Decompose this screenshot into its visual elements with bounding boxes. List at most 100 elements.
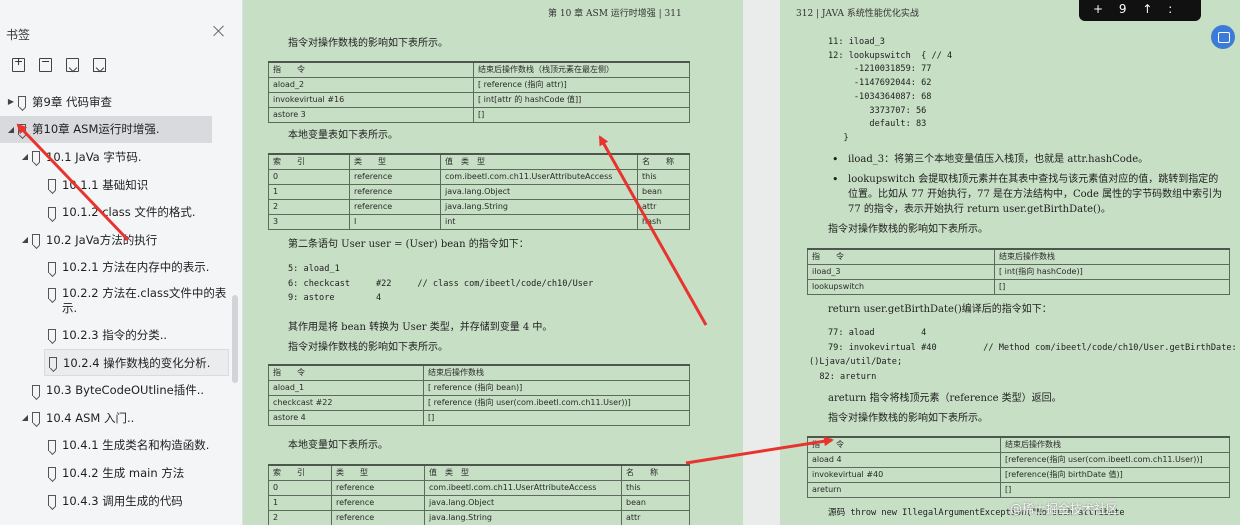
- cell: java.lang.Object: [440, 183, 638, 200]
- cell: java.lang.Object: [424, 494, 622, 511]
- cell: this: [637, 168, 690, 185]
- toolbar-glyphs: + 9 ↑ :: [1093, 2, 1179, 16]
- toc-item-10-2-2[interactable]: 10.2.2 方法在.class文件中的表示.: [0, 281, 228, 321]
- toc-item-ch9[interactable]: ▶ 第9章 代码审查: [0, 88, 240, 116]
- toc-label: 10.4.1 生成类名和构造函数.: [62, 438, 210, 453]
- toc-item-10-4-1[interactable]: 10.4.1 生成类名和构造函数.: [0, 432, 240, 460]
- toc-label: 10.3 ByteCodeOUtline插件..: [46, 383, 205, 398]
- bookmark-icon: [32, 412, 40, 424]
- toc-label: 10.1.1 基础知识: [62, 177, 149, 192]
- cell: [ int[attr 的 hashCode 值]]: [473, 91, 690, 108]
- watermark: @稀土掘金技术社区: [1010, 502, 1119, 516]
- bookmark-icon: [32, 234, 40, 246]
- toc-item-10-2-1[interactable]: 10.2.1 方法在内存中的表示.: [0, 254, 240, 282]
- toc-item-10-2[interactable]: ◢ 10.2 JaVa方法的执行: [0, 226, 240, 254]
- toc-label: 第10章 ASM运行时增强.: [32, 122, 160, 137]
- toc-item-10-1-2[interactable]: 10.1.2 class 文件的格式.: [0, 198, 240, 226]
- table-row: 2 reference java.lang.String attr: [268, 509, 690, 525]
- paragraph: 指令对操作数栈的影响如下表所示。: [828, 224, 988, 235]
- pdf-page-311: 第 10 章 ASM 运行时增强 | 311 指令对操作数栈的影响如下表所示。 …: [243, 0, 743, 525]
- bookmark-icon: [18, 96, 26, 108]
- collapse-arrow-icon[interactable]: ◢: [6, 125, 16, 134]
- cell: [ reference (指向 user(com.ibeetl.com.ch11…: [423, 394, 690, 411]
- translate-icon[interactable]: [1211, 25, 1235, 49]
- toc-item-10-4-3[interactable]: 10.4.3 调用生成的代码: [0, 487, 240, 515]
- cell: invokevirtual #40: [807, 466, 1001, 483]
- sidebar-scrollbar[interactable]: [232, 295, 238, 383]
- bookmark-icon: [18, 123, 26, 135]
- running-head: 312 | JAVA 系统性能优化实战: [796, 9, 919, 19]
- cell: attr: [637, 198, 690, 215]
- bookmark-icon: [49, 357, 57, 369]
- cell: astore 4: [268, 409, 424, 426]
- table-header: 索 引: [268, 464, 332, 481]
- bookmark-icon: [32, 384, 40, 396]
- pdf-page-312: 312 | JAVA 系统性能优化实战 11: iload_3 12: look…: [780, 0, 1240, 525]
- table-row: aload_1[ reference (指向 bean)]: [268, 379, 690, 396]
- floating-toolbar[interactable]: + 9 ↑ :: [1079, 0, 1201, 21]
- cell: reference: [331, 494, 425, 511]
- table-header: 值 类 型: [440, 153, 638, 170]
- cell: iload_3: [807, 263, 995, 280]
- table-header: 名 称: [621, 464, 690, 481]
- expand-all-icon[interactable]: [12, 55, 25, 72]
- table-header: 结束后操作数栈: [994, 248, 1230, 265]
- cell: I: [349, 213, 441, 230]
- collapse-arrow-icon[interactable]: ◢: [20, 235, 30, 244]
- expand-arrow-icon[interactable]: ▶: [6, 97, 16, 106]
- cell: astore 3: [268, 106, 474, 123]
- bookmark-icon: [48, 329, 56, 341]
- toc-label: 10.1 JaVa 字节码.: [46, 149, 142, 164]
- table-header: 类 型: [349, 153, 441, 170]
- toc-item-10-4[interactable]: ◢ 10.4 ASM 入门..: [0, 404, 240, 432]
- bookmark-icon[interactable]: [93, 58, 106, 72]
- cell: []: [1000, 481, 1230, 498]
- cell: [ reference (指向 attr)]: [473, 76, 690, 93]
- cell: []: [994, 278, 1230, 295]
- toc-item-ch10[interactable]: ◢ 第10章 ASM运行时增强.: [0, 115, 212, 144]
- cell: hash: [637, 213, 690, 230]
- paragraph: 指令对操作数栈的影响如下表所示。: [288, 38, 448, 49]
- sidebar-title: 书签: [6, 28, 31, 42]
- cell: com.ibeetl.com.ch11.UserAttributeAccess: [424, 479, 622, 496]
- code-block: 77: aload 4 79: invokevirtual #40 // Met…: [828, 328, 1237, 353]
- table-header: 值 类 型: [424, 464, 622, 481]
- close-icon[interactable]: [212, 24, 226, 38]
- bookmark-icon: [48, 495, 56, 507]
- toc-item-10-1-1[interactable]: 10.1.1 基础知识: [0, 171, 240, 199]
- toc-item-10-2-3[interactable]: 10.2.3 指令的分类..: [0, 321, 240, 349]
- paragraph: 其作用是将 bean 转换为 User 类型，并存储到变量 4 中。: [288, 322, 553, 333]
- bookmark-icon: [48, 467, 56, 479]
- cell: int: [440, 213, 638, 230]
- paragraph: areturn 指令将栈顶元素（reference 类型）返回。: [828, 393, 1062, 404]
- collapse-arrow-icon[interactable]: ◢: [20, 152, 30, 161]
- collapse-all-icon[interactable]: [39, 55, 52, 72]
- collapse-arrow-icon[interactable]: ◢: [20, 413, 30, 422]
- table-row: aload 4 [reference(指向 user(com.ibeetl.com…: [807, 451, 1230, 468]
- bookmark-icon: [48, 179, 56, 191]
- toc-item-10-2-4[interactable]: 10.2.4 操作数栈的变化分析.: [44, 348, 229, 377]
- toc-item-10-4-2[interactable]: 10.4.2 生成 main 方法: [0, 459, 240, 487]
- cell: reference: [349, 168, 441, 185]
- toc-item-10-3[interactable]: 10.3 ByteCodeOUtline插件..: [0, 376, 240, 404]
- cell: this: [621, 479, 690, 496]
- table-row: 0 reference com.ibeetl.com.ch11.UserAttrib…: [268, 168, 690, 185]
- bookmark-icon: [48, 439, 56, 451]
- cell: aload_1: [268, 379, 424, 396]
- add-bookmark-icon[interactable]: [66, 58, 79, 72]
- cell: 0: [268, 168, 350, 185]
- cell: []: [473, 106, 690, 123]
- local-var-table-2: 索 引类 型值 类 型名 称 0 reference com.ibeetl.com.…: [268, 464, 690, 525]
- cell: areturn: [807, 481, 1001, 498]
- table-header: 结束后操作数栈: [423, 364, 690, 381]
- toc-label: 第9章 代码审查: [32, 94, 112, 109]
- local-var-table-1: 索 引类 型值 类 型名 称 0 reference com.ibeetl.com.…: [268, 153, 690, 230]
- bookmark-icon: [48, 261, 56, 273]
- table-row: aload_2[ reference (指向 attr)]: [268, 76, 690, 93]
- table-row: astore 4[]: [268, 409, 690, 426]
- toc-item-10-1[interactable]: ◢ 10.1 JaVa 字节码.: [0, 143, 240, 171]
- table-row: lookupswitch[]: [807, 278, 1230, 295]
- cell: 2: [268, 198, 350, 215]
- cell: [ reference (指向 bean)]: [423, 379, 690, 396]
- toc-label: 10.1.2 class 文件的格式.: [62, 205, 196, 220]
